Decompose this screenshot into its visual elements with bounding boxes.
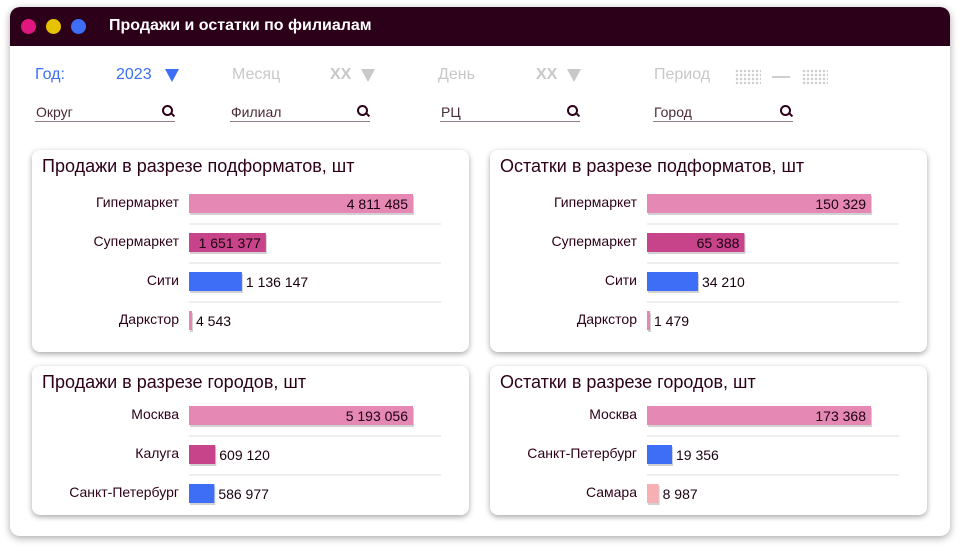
data-label: 34 210 — [702, 274, 745, 290]
data-label: 4 543 — [196, 313, 231, 329]
city-search-input[interactable]: Город — [653, 103, 793, 122]
data-label: 173 368 — [815, 408, 866, 424]
data-label: 1 651 377 — [199, 235, 261, 251]
data-label: 8 987 — [663, 486, 698, 502]
data-label: 19 356 — [676, 447, 719, 463]
day-chevron-down-icon[interactable] — [567, 69, 581, 82]
year-chevron-down-icon[interactable] — [165, 69, 179, 82]
bar[interactable] — [647, 272, 698, 291]
month-dropdown[interactable]: XX — [330, 66, 351, 84]
data-label: 65 388 — [697, 235, 740, 251]
chart-card-stock-subformats: Остатки в разрезе подформатов, шт Гиперм… — [490, 150, 927, 352]
day-dropdown[interactable]: XX — [536, 66, 557, 84]
minimize-dot-icon[interactable] — [46, 19, 61, 34]
close-dot-icon[interactable] — [21, 19, 36, 34]
bar[interactable] — [189, 311, 192, 330]
category-label: Сити — [147, 272, 179, 288]
category-label: Санкт-Петербург — [527, 445, 637, 461]
category-label: Гипермаркет — [96, 194, 180, 210]
month-chevron-down-icon[interactable] — [361, 69, 375, 82]
data-label: 4 811 485 — [347, 196, 408, 212]
bar[interactable] — [189, 445, 216, 464]
chart-card-stock-cities: Остатки в разрезе городов, шт Москва 173 … — [490, 366, 927, 515]
category-label: Самара — [586, 484, 637, 500]
filial-search-input[interactable]: Филиал — [230, 103, 370, 122]
city-placeholder: Город — [654, 104, 692, 120]
bar-chart-svg: Гипермаркет 4 811 485 Супермаркет 1 651 377… — [94, 194, 441, 332]
month-label: Месяц — [232, 66, 281, 83]
okrug-placeholder: Округ — [36, 104, 73, 120]
data-label: 5 193 056 — [346, 408, 408, 424]
okrug-search-input[interactable]: Округ — [35, 103, 175, 122]
year-label: Год: — [35, 66, 65, 83]
year-dropdown[interactable]: 2023 — [116, 66, 152, 84]
day-label: День — [438, 66, 475, 83]
title-bar: Продажи и остатки по филиалам — [10, 7, 950, 46]
search-icon — [567, 105, 578, 116]
maximize-dot-icon[interactable] — [71, 19, 86, 34]
category-label: Санкт-Петербург — [69, 484, 179, 500]
data-label: 150 329 — [815, 196, 866, 212]
bar[interactable] — [647, 311, 650, 330]
search-icon — [162, 105, 173, 116]
category-label: Калуга — [135, 445, 179, 461]
bar[interactable] — [189, 484, 215, 503]
category-label: Москва — [131, 406, 179, 422]
data-label: 1 136 147 — [246, 274, 308, 290]
bar[interactable] — [647, 445, 673, 464]
data-label: 609 120 — [219, 447, 270, 463]
app-window: Продажи и остатки по филиалам Год: 2023 … — [10, 7, 950, 536]
category-label: Сити — [605, 272, 637, 288]
category-label: Супермаркет — [552, 233, 638, 249]
data-label: 1 479 — [654, 313, 689, 329]
search-icon — [357, 105, 368, 116]
bar-chart-svg: Гипермаркет 150 329 Супермаркет 65 388 Сити 3… — [552, 194, 899, 332]
bar[interactable] — [647, 484, 659, 503]
window-title: Продажи и остатки по филиалам — [109, 17, 372, 34]
category-label: Даркстор — [577, 311, 637, 327]
bar[interactable] — [189, 272, 242, 291]
category-label: Москва — [589, 406, 637, 422]
period-label: Период — [654, 66, 711, 83]
filial-placeholder: Филиал — [231, 104, 282, 120]
category-label: Даркстор — [119, 311, 179, 327]
chart-card-sales-cities: Продажи в разрезе городов, шт Москва 5 19… — [32, 366, 469, 515]
search-icon — [780, 105, 791, 116]
period-start-calendar-icon[interactable] — [735, 69, 761, 85]
data-label: 586 977 — [218, 486, 269, 502]
category-label: Супермаркет — [94, 233, 180, 249]
chart-card-sales-subformats: Продажи в разрезе подформатов, шт Гиперм… — [32, 150, 469, 352]
rc-search-input[interactable]: РЦ — [440, 103, 580, 122]
bar-chart-svg: Москва 173 368 Санкт-Петербург 19 356 Самара… — [527, 406, 899, 505]
category-label: Гипермаркет — [554, 194, 638, 210]
period-end-calendar-icon[interactable] — [802, 69, 828, 85]
period-dash — [772, 76, 790, 78]
rc-placeholder: РЦ — [441, 104, 461, 120]
bar-chart-svg: Москва 5 193 056 Калуга 609 120 Санкт-Петерб… — [69, 406, 441, 505]
